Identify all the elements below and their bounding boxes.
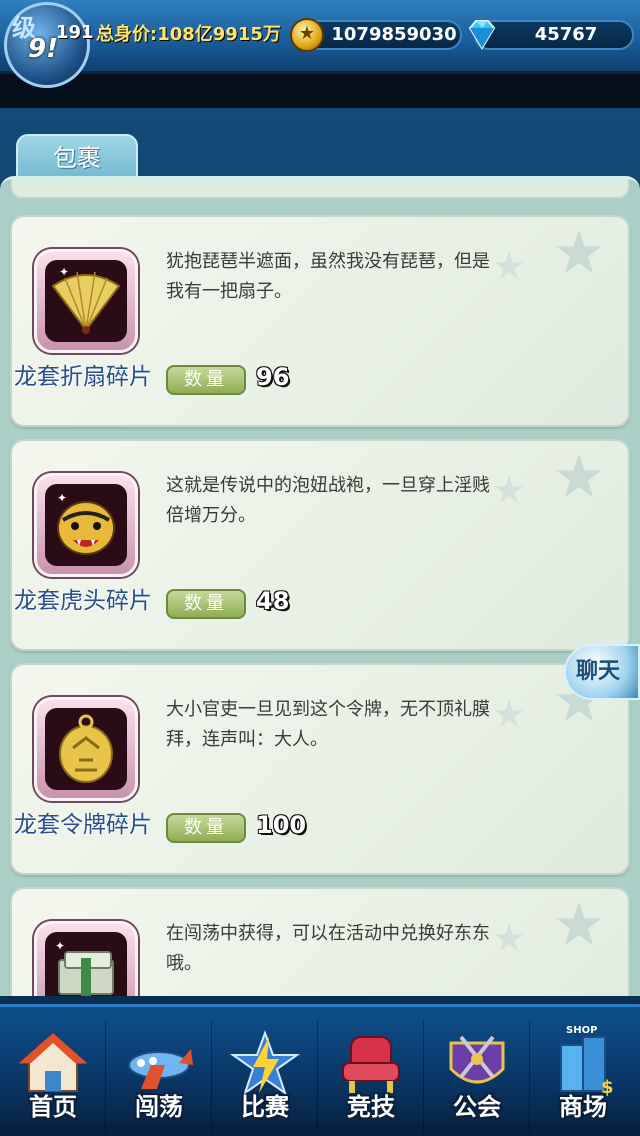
item-card[interactable]: ★ ★ 大小官吏一旦见到这个令牌，无不顶礼膜拜，连声叫：大人。 数量 100 龙…: [10, 663, 630, 875]
svg-text:✦: ✦: [59, 265, 69, 279]
item-icon-frame[interactable]: ✦: [34, 473, 138, 577]
nav-arena[interactable]: 竞技: [318, 1021, 424, 1133]
item-description: 在闯荡中获得，可以在活动中兑换好东东哦。: [166, 923, 490, 974]
quantity-label: 数量: [166, 589, 246, 619]
nav-match[interactable]: 比赛: [212, 1021, 318, 1133]
tab-package[interactable]: 包裹: [16, 134, 138, 180]
previous-item-edge: [10, 179, 630, 199]
bottom-nav: 首页 闯荡 比赛 竞技 公会 $ SHOP 商场: [0, 1004, 640, 1136]
item-description: 大小官吏一旦见到这个令牌，无不顶礼膜拜，连声叫：大人。: [166, 699, 490, 750]
item-card[interactable]: ★ ★ ✦ 犹抱琵琶半遮面，虽然我没有琵琶，但是我有一把扇子。 数量 96 龙套…: [10, 215, 630, 427]
top-status-bar: 级 9! 191 总身价:108亿9915万 1079859030 ★ 4576…: [0, 0, 640, 88]
nav-shop-label: 商场: [559, 1093, 607, 1121]
chat-button[interactable]: 聊天: [564, 644, 640, 700]
gold-counter[interactable]: 1079859030: [300, 20, 462, 50]
nav-match-label: 比赛: [241, 1093, 289, 1121]
player-level: 191: [56, 22, 94, 43]
item-icon-frame[interactable]: ✦: [34, 921, 138, 996]
quantity-value: 48: [256, 587, 290, 615]
item-description: 犹抱琵琶半遮面，虽然我没有琵琶，但是我有一把扇子。: [166, 251, 490, 302]
nav-guild[interactable]: 公会: [424, 1021, 530, 1133]
diamond-icon: [468, 20, 496, 50]
tiger-head-icon: ✦: [57, 491, 115, 555]
package-panel[interactable]: ★ ★ ✦ 犹抱琵琶半遮面，虽然我没有琵琶，但是我有一把扇子。 数量 96 龙套…: [0, 176, 640, 996]
nav-arena-label: 竞技: [347, 1093, 395, 1121]
nav-home-label: 首页: [29, 1093, 77, 1121]
item-icon-frame[interactable]: [34, 697, 138, 801]
item-card[interactable]: ★ ★ ✦ 这就是传说中的泡妞战袍，一旦穿上淫贱倍增万分。 数量 48 龙套虎头…: [10, 439, 630, 651]
svg-text:✦: ✦: [57, 491, 67, 505]
vip-badge: 9!: [28, 34, 58, 64]
nav-shop[interactable]: $ SHOP 商场: [530, 1021, 636, 1133]
gold-value: 1079859030: [331, 24, 457, 45]
cash-stack-icon: ✦: [55, 939, 114, 996]
gold-token-icon: [59, 714, 113, 783]
item-icon-frame[interactable]: ✦: [34, 249, 138, 353]
item-name: 龙套令牌碎片: [14, 812, 152, 838]
quantity-label: 数量: [166, 813, 246, 843]
star-decoration: ★: [552, 890, 606, 960]
item-name: 龙套虎头碎片: [14, 588, 152, 614]
quantity-label: 数量: [166, 365, 246, 395]
quantity-value: 96: [256, 363, 290, 391]
gem-value: 45767: [534, 24, 598, 45]
nav-home[interactable]: 首页: [0, 1021, 106, 1133]
quantity-value: 100: [256, 811, 307, 839]
shop-tag: SHOP: [566, 1025, 598, 1036]
item-description: 这就是传说中的泡妞战袍，一旦穿上淫贱倍增万分。: [166, 475, 490, 526]
item-name: 龙套折扇碎片: [14, 364, 152, 390]
star-decoration: ★: [552, 442, 606, 512]
gold-coin-icon: ★: [290, 18, 324, 52]
nav-adventure-label: 闯荡: [135, 1093, 183, 1121]
header-strip: [0, 74, 640, 108]
star-decoration: ★: [552, 218, 606, 288]
networth-label: 总身价:108亿9915万: [96, 24, 281, 45]
svg-text:✦: ✦: [55, 939, 65, 953]
nav-adventure[interactable]: 闯荡: [106, 1021, 212, 1133]
folding-fan-icon: ✦: [51, 265, 121, 334]
nav-guild-label: 公会: [453, 1093, 501, 1121]
item-card[interactable]: ★ ★ ✦ 在闯荡中获得，可以在活动中兑换好东东哦。: [10, 887, 630, 996]
